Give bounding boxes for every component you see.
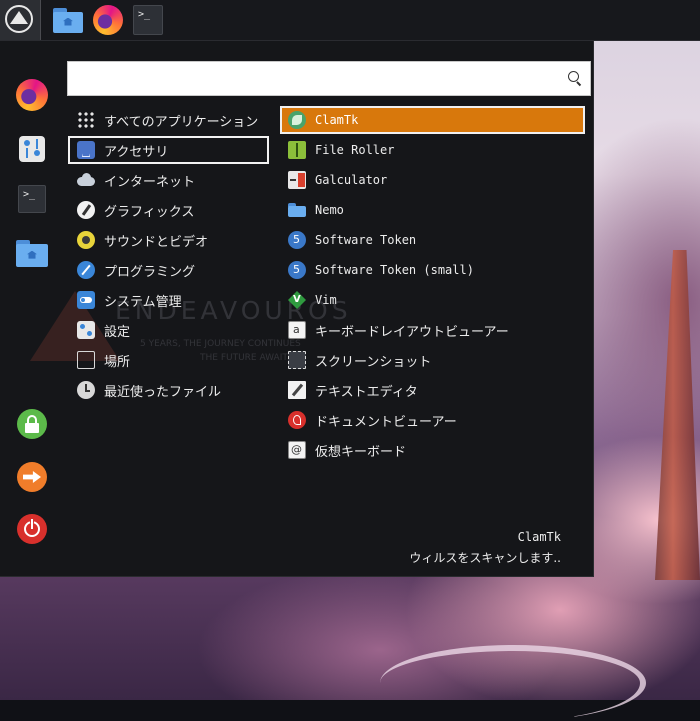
category-label: すべてのアプリケーション xyxy=(104,114,259,130)
calculator-icon xyxy=(288,171,306,189)
accessories-icon xyxy=(77,141,95,159)
app-clamtk[interactable]: ClamTk xyxy=(280,106,585,134)
settings-icon xyxy=(77,321,95,339)
app-document-viewer[interactable]: ドキュメントビューアー xyxy=(280,406,585,434)
screenshot-icon xyxy=(288,351,306,369)
category-label: 場所 xyxy=(104,354,131,370)
wallpaper-road xyxy=(380,645,646,721)
virtual-keyboard-icon: @ xyxy=(288,441,306,459)
app-label: Nemo xyxy=(315,203,344,217)
app-screenshot[interactable]: スクリーンショット xyxy=(280,346,585,374)
settings-icon xyxy=(19,136,45,162)
power-icon xyxy=(17,514,47,544)
clamtk-icon xyxy=(288,111,306,129)
terminal-icon: >_ xyxy=(138,9,151,20)
app-label: Galculator xyxy=(315,173,388,187)
folder-outline-icon xyxy=(77,351,95,369)
app-file-roller[interactable]: File Roller xyxy=(280,136,585,164)
software-token-icon: 5 xyxy=(288,231,306,249)
software-token-icon: 5 xyxy=(288,261,306,279)
document-viewer-icon xyxy=(288,411,306,429)
app-keyboard-layout-viewer[interactable]: a キーボードレイアウトビューアー xyxy=(280,316,585,344)
search-icon[interactable] xyxy=(568,71,582,87)
category-label: インターネット xyxy=(104,174,196,190)
app-label: キーボードレイアウトビューアー xyxy=(315,324,509,340)
folder-icon xyxy=(288,201,306,219)
top-panel: >_ xyxy=(0,0,700,41)
selected-app-description: ウィルスをスキャンします.. xyxy=(409,551,561,565)
category-recent-files[interactable]: 最近使ったファイル xyxy=(68,376,269,404)
sidebar-logout-button[interactable] xyxy=(16,461,48,493)
app-label: ClamTk xyxy=(315,113,359,127)
app-label: File Roller xyxy=(315,143,395,157)
app-text-editor[interactable]: テキストエディタ xyxy=(280,376,585,404)
keyboard-layout-icon: a xyxy=(288,321,306,339)
category-label: サウンドとビデオ xyxy=(104,234,209,250)
sidebar-firefox-button[interactable] xyxy=(16,79,48,111)
category-all-applications[interactable]: すべてのアプリケーション xyxy=(68,106,269,134)
category-graphics[interactable]: グラフィックス xyxy=(68,196,269,224)
category-accessories[interactable]: アクセサリ xyxy=(68,136,269,164)
application-menu: ENDEAVOUROS 5 YEARS, THE JOURNEY CONTINU… xyxy=(0,41,594,577)
category-programming[interactable]: プログラミング xyxy=(68,256,269,284)
app-galculator[interactable]: Galculator xyxy=(280,166,585,194)
category-places[interactable]: 場所 xyxy=(68,346,269,374)
multimedia-icon xyxy=(77,231,95,249)
app-vim[interactable]: V Vim xyxy=(280,286,585,314)
category-label: 設定 xyxy=(104,324,131,340)
sidebar-settings-button[interactable] xyxy=(16,133,48,165)
panel-launcher-terminal[interactable]: >_ xyxy=(133,5,163,35)
grid-icon xyxy=(77,111,95,129)
category-label: グラフィックス xyxy=(104,204,195,220)
app-label: スクリーンショット xyxy=(315,354,432,370)
graphics-icon xyxy=(77,201,95,219)
app-software-token-small[interactable]: 5 Software Token (small) xyxy=(280,256,585,284)
app-label: Vim xyxy=(315,293,337,307)
category-internet[interactable]: インターネット xyxy=(68,166,269,194)
category-label: システム管理 xyxy=(104,294,182,310)
app-virtual-keyboard[interactable]: @ 仮想キーボード xyxy=(280,436,585,464)
app-menu-button[interactable] xyxy=(0,0,41,40)
app-label: ドキュメントビューアー xyxy=(315,414,457,430)
system-toggle-icon xyxy=(77,291,95,309)
logout-icon xyxy=(17,462,47,492)
app-nemo[interactable]: Nemo xyxy=(280,196,585,224)
programming-icon xyxy=(77,261,95,279)
sidebar-terminal-button[interactable]: >_ xyxy=(18,185,46,213)
vim-icon: V xyxy=(288,291,306,309)
cloud-icon xyxy=(77,171,95,189)
category-label: プログラミング xyxy=(104,264,196,280)
category-sound-video[interactable]: サウンドとビデオ xyxy=(68,226,269,254)
category-label: アクセサリ xyxy=(104,144,169,160)
panel-launcher-file-manager[interactable] xyxy=(53,5,83,35)
category-settings[interactable]: 設定 xyxy=(68,316,269,344)
app-software-token[interactable]: 5 Software Token xyxy=(280,226,585,254)
category-label: 最近使ったファイル xyxy=(104,384,222,400)
lock-icon xyxy=(17,409,47,439)
text-editor-icon xyxy=(288,381,306,399)
sidebar-shutdown-button[interactable] xyxy=(16,513,48,545)
category-system[interactable]: システム管理 xyxy=(68,286,269,314)
sidebar-lock-screen-button[interactable] xyxy=(16,408,48,440)
search-input[interactable] xyxy=(76,67,556,91)
selected-app-title: ClamTk xyxy=(517,530,561,544)
archive-icon xyxy=(288,141,306,159)
terminal-icon: >_ xyxy=(23,189,36,200)
search-box xyxy=(67,61,591,96)
app-label: Software Token (small) xyxy=(315,263,474,277)
app-label: テキストエディタ xyxy=(315,384,418,400)
app-label: 仮想キーボード xyxy=(315,444,407,460)
endeavouros-logo-mountain xyxy=(10,11,28,24)
app-label: Software Token xyxy=(315,233,417,247)
sidebar-home-folder-button[interactable] xyxy=(16,237,48,269)
panel-launcher-firefox[interactable] xyxy=(93,5,123,35)
clock-icon xyxy=(77,381,95,399)
